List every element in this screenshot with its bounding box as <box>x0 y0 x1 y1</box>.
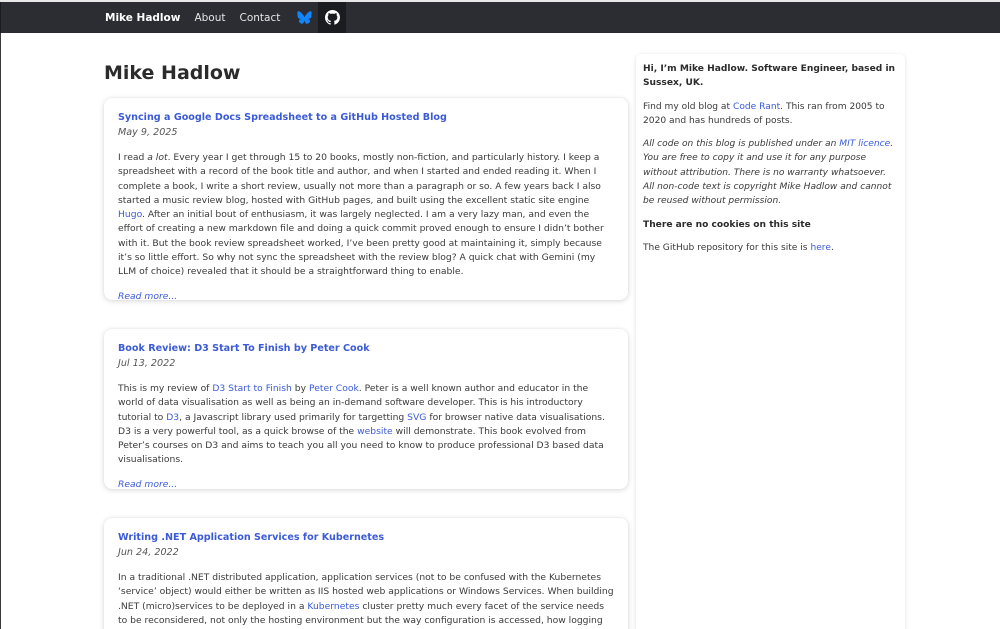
website-link[interactable]: website <box>357 426 393 437</box>
post-card: Book Review: D3 Start To Finish by Peter… <box>104 329 628 490</box>
window-left-edge <box>0 33 1 629</box>
sidebar-text: All code on this blog is published under… <box>643 139 840 150</box>
excerpt-text: . Every year I get through 15 to 20 book… <box>118 152 601 206</box>
post-excerpt: I read a lot. Every year I get through 1… <box>118 151 614 280</box>
excerpt-emphasis: a lot <box>147 152 168 163</box>
excerpt-text: by <box>291 383 309 394</box>
nav-brand-link[interactable]: Mike Hadlow <box>105 12 180 24</box>
hugo-link[interactable]: Hugo <box>118 209 142 220</box>
read-more-link[interactable]: Read more... <box>118 291 614 302</box>
kubernetes-link[interactable]: Kubernetes <box>307 601 359 612</box>
svg-link[interactable]: SVG <box>407 412 426 423</box>
nav-link-about[interactable]: About <box>194 12 225 24</box>
sidebar-text: Find my old blog at <box>643 101 733 112</box>
mit-licence-link[interactable]: MIT licence <box>839 139 890 149</box>
post-date: Jul 13, 2022 <box>118 358 176 369</box>
old-blog-note: Find my old blog at Code Rant. This ran … <box>643 100 898 129</box>
licence-note: All code on this blog is published under… <box>643 137 898 208</box>
post-excerpt: In a traditional .NET distributed applic… <box>118 571 614 629</box>
peter-cook-link[interactable]: Peter Cook <box>309 383 359 394</box>
post-card: Writing .NET Application Services for Ku… <box>104 518 628 629</box>
excerpt-text: I read <box>118 152 148 163</box>
repo-link[interactable]: here <box>810 243 831 253</box>
post-date: Jun 24, 2022 <box>118 547 179 558</box>
sidebar: Hi, I’m Mike Hadlow. Software Engineer, … <box>636 54 905 629</box>
excerpt-text: . After an initial bout of enthusiasm, i… <box>118 209 604 278</box>
d3-start-to-finish-link[interactable]: D3 Start to Finish <box>212 383 292 394</box>
bluesky-icon[interactable] <box>290 2 318 33</box>
sidebar-text: . You are free to copy it and use it for… <box>643 139 894 207</box>
post-title-link[interactable]: Book Review: D3 Start To Finish by Peter… <box>118 342 614 355</box>
nav-link-contact[interactable]: Contact <box>239 12 280 24</box>
page-title: Mike Hadlow <box>104 62 241 84</box>
sidebar-intro: Hi, I’m Mike Hadlow. Software Engineer, … <box>643 64 896 89</box>
repo-note: The GitHub repository for this site is h… <box>643 241 898 255</box>
sidebar-text: The GitHub repository for this site is <box>643 242 811 253</box>
excerpt-text: , a Javascript library used primarily fo… <box>179 411 408 423</box>
code-rant-link[interactable]: Code Rant <box>733 102 780 112</box>
sidebar-text: . <box>830 242 834 253</box>
github-icon[interactable] <box>318 2 347 33</box>
post-title-link[interactable]: Syncing a Google Docs Spreadsheet to a G… <box>118 111 614 124</box>
top-navbar: Mike Hadlow About Contact <box>0 2 1000 33</box>
navbar-items: Mike Hadlow About Contact <box>105 2 347 33</box>
read-more-link[interactable]: Read more... <box>118 479 614 490</box>
d3-link[interactable]: D3 <box>166 412 179 423</box>
post-card: Syncing a Google Docs Spreadsheet to a G… <box>104 98 628 302</box>
excerpt-text: This is my review of <box>118 383 213 394</box>
post-date: May 9, 2025 <box>118 127 178 138</box>
post-title-link[interactable]: Writing .NET Application Services for Ku… <box>118 531 614 544</box>
post-excerpt: This is my review of D3 Start to Finish … <box>118 382 614 468</box>
cookies-note: There are no cookies on this site <box>643 219 811 230</box>
